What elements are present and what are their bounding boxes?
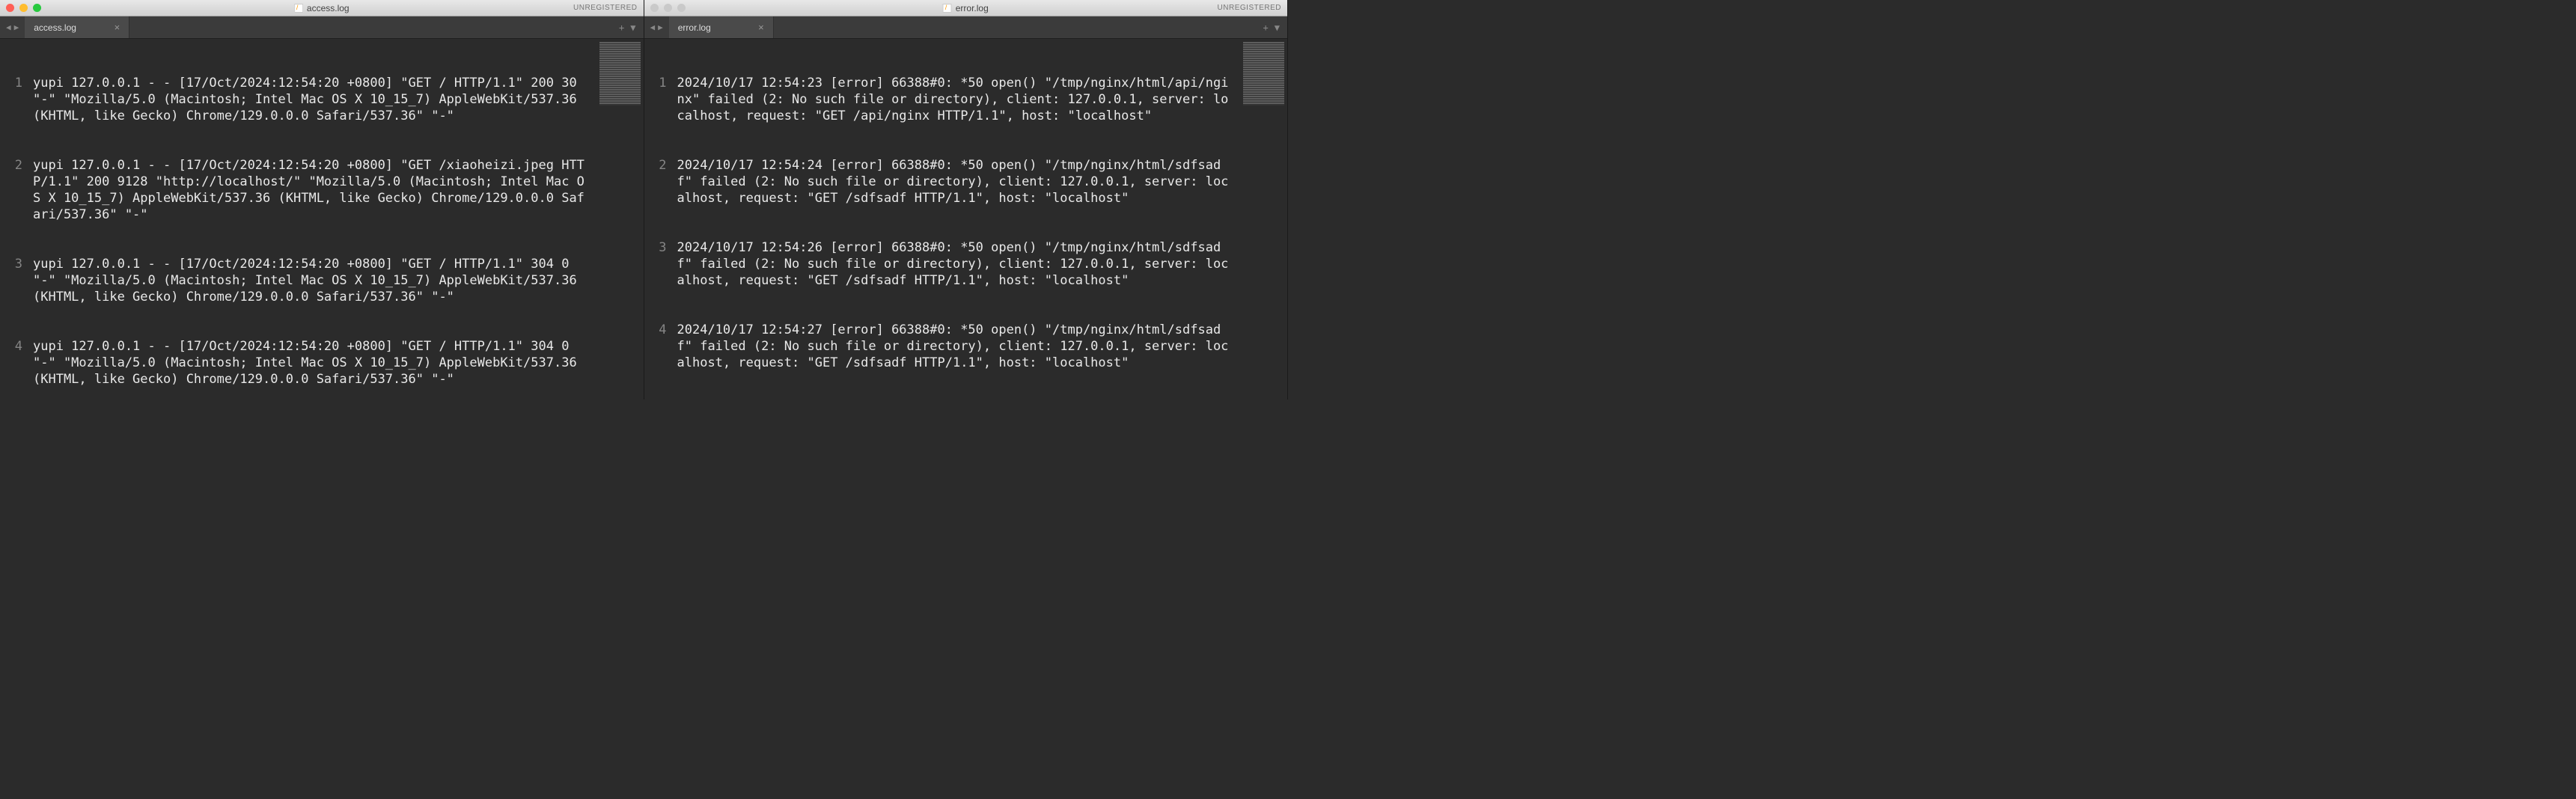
minimap[interactable] (599, 42, 641, 105)
minimap[interactable] (1243, 42, 1284, 105)
nav-forward-icon[interactable]: ▶ (658, 22, 663, 32)
tab-dropdown-icon[interactable]: ▼ (630, 22, 635, 33)
log-line: 3yupi 127.0.0.1 - - [17/Oct/2024:12:54:2… (0, 256, 644, 305)
minimize-window-icon[interactable] (664, 4, 672, 12)
log-line: 42024/10/17 12:54:27 [error] 66388#0: *5… (644, 322, 1288, 371)
window-title: error.log (943, 3, 989, 13)
window-title-text: error.log (956, 3, 989, 13)
log-text[interactable]: 2024/10/17 12:54:26 [error] 66388#0: *50… (677, 239, 1288, 289)
file-tab[interactable]: access.log × (25, 16, 129, 38)
log-text[interactable]: 2024/10/17 12:54:24 [error] 66388#0: *50… (677, 157, 1288, 206)
tab-nav: ◀ ▶ (644, 16, 669, 38)
line-number: 3 (644, 239, 677, 289)
editor-area[interactable]: 1yupi 127.0.0.1 - - [17/Oct/2024:12:54:2… (0, 39, 644, 400)
tab-nav: ◀ ▶ (0, 16, 25, 38)
log-line: 32024/10/17 12:54:26 [error] 66388#0: *5… (644, 239, 1288, 289)
new-tab-icon[interactable]: + (619, 22, 624, 33)
maximize-window-icon[interactable] (33, 4, 41, 12)
file-icon (943, 4, 952, 13)
log-line: 2yupi 127.0.0.1 - - [17/Oct/2024:12:54:2… (0, 157, 644, 223)
log-text[interactable]: yupi 127.0.0.1 - - [17/Oct/2024:12:54:20… (33, 338, 644, 388)
log-line: 1yupi 127.0.0.1 - - [17/Oct/2024:12:54:2… (0, 75, 644, 124)
line-number: 4 (644, 322, 677, 371)
log-text[interactable]: 2024/10/17 12:54:27 [error] 66388#0: *50… (677, 322, 1288, 371)
maximize-window-icon[interactable] (677, 4, 686, 12)
line-number: 2 (0, 157, 33, 223)
nav-forward-icon[interactable]: ▶ (14, 22, 19, 32)
window-title-text: access.log (307, 3, 350, 13)
log-line: 22024/10/17 12:54:24 [error] 66388#0: *5… (644, 157, 1288, 206)
log-text[interactable]: yupi 127.0.0.1 - - [17/Oct/2024:12:54:20… (33, 75, 644, 124)
log-text[interactable]: 2024/10/17 12:54:23 [error] 66388#0: *50… (677, 75, 1288, 124)
line-number: 2 (644, 157, 677, 206)
editor-area[interactable]: 12024/10/17 12:54:23 [error] 66388#0: *5… (644, 39, 1288, 400)
line-number: 1 (0, 75, 33, 124)
close-window-icon[interactable] (650, 4, 659, 12)
window-titlebar: access.log UNREGISTERED (0, 0, 644, 16)
tab-bar-actions: + ▼ (1256, 16, 1287, 38)
log-line: 4yupi 127.0.0.1 - - [17/Oct/2024:12:54:2… (0, 338, 644, 388)
close-tab-icon[interactable]: × (758, 22, 764, 33)
log-text[interactable]: yupi 127.0.0.1 - - [17/Oct/2024:12:54:20… (33, 157, 644, 223)
editor-pane-right: error.log UNREGISTERED ◀ ▶ error.log × +… (644, 0, 1289, 400)
registration-status: UNREGISTERED (1218, 4, 1281, 12)
traffic-lights (6, 4, 41, 12)
line-number: 4 (0, 338, 33, 388)
tab-bar-actions: + ▼ (611, 16, 643, 38)
nav-back-icon[interactable]: ◀ (6, 22, 11, 32)
code-content[interactable]: 12024/10/17 12:54:23 [error] 66388#0: *5… (644, 39, 1288, 400)
code-content[interactable]: 1yupi 127.0.0.1 - - [17/Oct/2024:12:54:2… (0, 39, 644, 400)
tab-bar: ◀ ▶ access.log × + ▼ (0, 16, 644, 39)
close-window-icon[interactable] (6, 4, 14, 12)
file-tab[interactable]: error.log × (669, 16, 774, 38)
window-title: access.log (294, 3, 350, 13)
file-icon (294, 4, 303, 13)
tab-label: access.log (34, 22, 76, 33)
editor-pane-left: access.log UNREGISTERED ◀ ▶ access.log ×… (0, 0, 644, 400)
line-number: 1 (644, 75, 677, 124)
window-titlebar: error.log UNREGISTERED (644, 0, 1288, 16)
log-line: 12024/10/17 12:54:23 [error] 66388#0: *5… (644, 75, 1288, 124)
line-number: 3 (0, 256, 33, 305)
minimize-window-icon[interactable] (19, 4, 28, 12)
new-tab-icon[interactable]: + (1263, 22, 1269, 33)
tab-bar: ◀ ▶ error.log × + ▼ (644, 16, 1288, 39)
tab-dropdown-icon[interactable]: ▼ (1275, 22, 1280, 33)
registration-status: UNREGISTERED (573, 4, 637, 12)
nav-back-icon[interactable]: ◀ (650, 22, 656, 32)
close-tab-icon[interactable]: × (115, 22, 120, 33)
traffic-lights (650, 4, 686, 12)
log-text[interactable]: yupi 127.0.0.1 - - [17/Oct/2024:12:54:20… (33, 256, 644, 305)
tab-label: error.log (678, 22, 711, 33)
